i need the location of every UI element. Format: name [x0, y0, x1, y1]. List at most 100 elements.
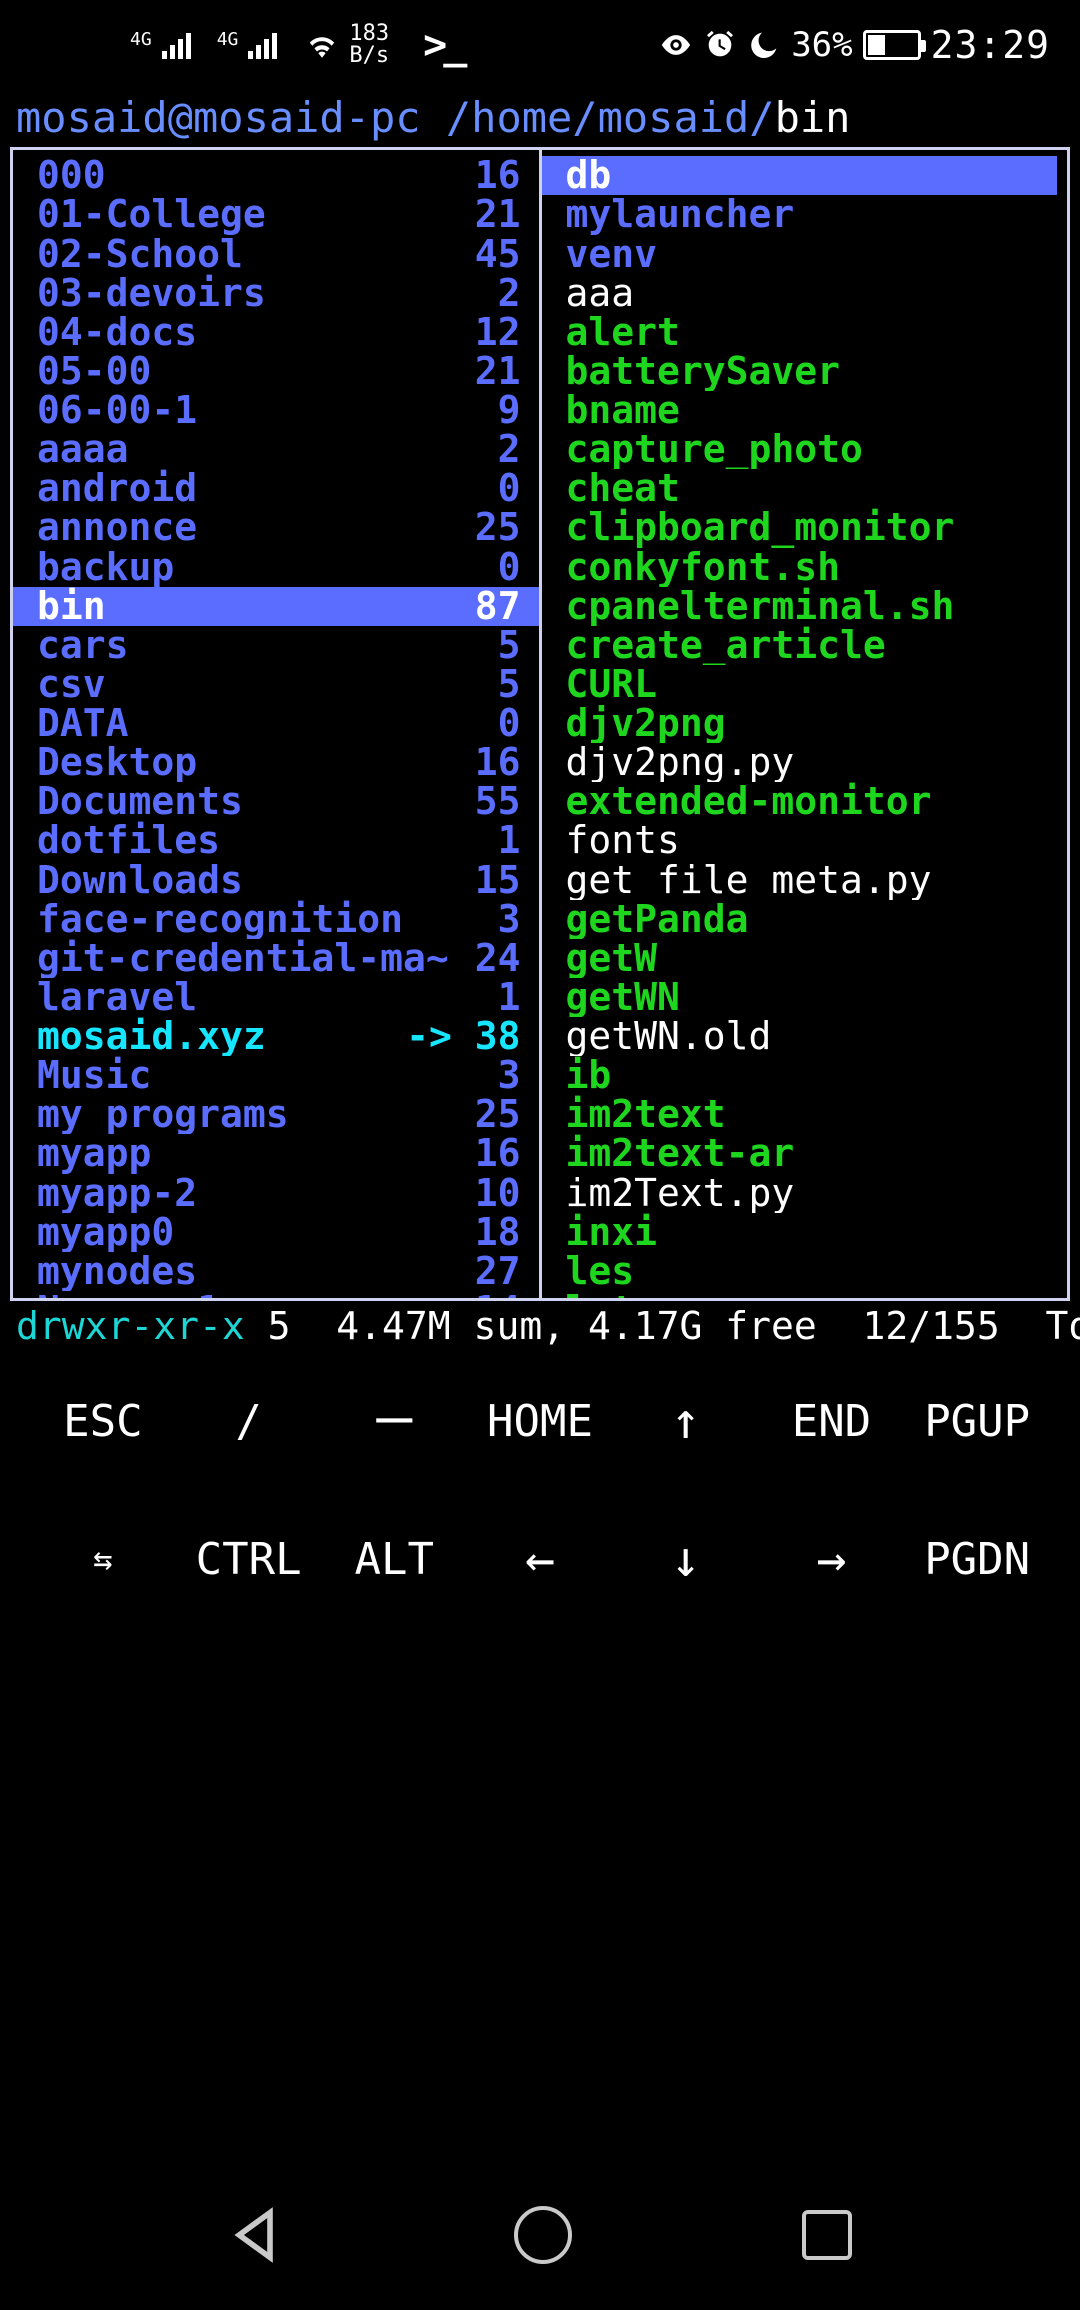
list-item[interactable]: create_article	[542, 626, 1068, 665]
list-item[interactable]: CURL	[542, 665, 1068, 704]
list-item[interactable]: aaa	[542, 274, 1068, 313]
key-⇆[interactable]: ⇆	[30, 1540, 176, 1578]
list-item[interactable]: cars5	[13, 626, 539, 665]
left-pane[interactable]: 0001601-College2102-School4503-devoirs20…	[13, 150, 539, 1298]
list-item[interactable]: csv5	[13, 665, 539, 704]
battery-percent: 36%	[791, 25, 852, 65]
key-alt[interactable]: ALT	[321, 1534, 467, 1585]
list-item[interactable]: getW	[542, 939, 1068, 978]
list-item[interactable]: im2Text.py	[542, 1174, 1068, 1213]
list-item[interactable]: get_file_meta.py	[542, 861, 1068, 900]
key-pgup[interactable]: PGUP	[904, 1396, 1050, 1447]
list-item[interactable]: clipboard_monitor	[542, 508, 1068, 547]
network1-type: 4G	[130, 29, 152, 50]
list-item[interactable]: 06-00-19	[13, 391, 539, 430]
key-esc[interactable]: ESC	[30, 1396, 176, 1447]
item-name: getPanda	[566, 900, 1056, 939]
key-/[interactable]: /	[176, 1396, 322, 1447]
list-item[interactable]: mylauncher	[542, 195, 1068, 234]
list-item[interactable]: getPanda	[542, 900, 1068, 939]
item-count: 14	[451, 1291, 521, 1298]
list-item[interactable]: les	[542, 1252, 1068, 1291]
list-item[interactable]: capture_photo	[542, 430, 1068, 469]
list-item[interactable]: im2text	[542, 1095, 1068, 1134]
list-item[interactable]: face-recognition3	[13, 900, 539, 939]
list-item[interactable]: 04-docs12	[13, 313, 539, 352]
list-item[interactable]: 00016	[13, 156, 539, 195]
list-item[interactable]: djv2png.py	[542, 743, 1068, 782]
list-item[interactable]: DATA0	[13, 704, 539, 743]
list-item[interactable]: 02-School45	[13, 235, 539, 274]
key-—[interactable]: —	[321, 1382, 467, 1452]
list-item[interactable]: ib	[542, 1056, 1068, 1095]
list-item[interactable]: Music3	[13, 1056, 539, 1095]
list-item[interactable]: getWN	[542, 978, 1068, 1017]
list-item[interactable]: venv	[542, 235, 1068, 274]
item-name: mylauncher	[566, 195, 1056, 234]
item-name: alert	[566, 313, 1056, 352]
list-item[interactable]: extended-monitor	[542, 782, 1068, 821]
right-pane[interactable]: dbmylaunchervenvaaaalertbatterySaverbnam…	[539, 150, 1068, 1298]
item-name: android	[37, 469, 451, 508]
list-item[interactable]: bname	[542, 391, 1068, 430]
nav-back-icon[interactable]	[228, 2207, 284, 2263]
terminal[interactable]: mosaid@mosaid-pc /home/mosaid/bin 000160…	[0, 90, 1080, 1346]
nav-home-icon[interactable]	[514, 2206, 572, 2264]
item-count: 24	[451, 939, 521, 978]
list-item[interactable]: lxterm-manager	[542, 1291, 1068, 1298]
list-item[interactable]: Nouveau114	[13, 1291, 539, 1298]
list-item[interactable]: conkyfont.sh	[542, 548, 1068, 587]
list-item[interactable]: myapp16	[13, 1134, 539, 1173]
list-item[interactable]: cpanelterminal.sh	[542, 587, 1068, 626]
list-item[interactable]: myapp018	[13, 1213, 539, 1252]
list-item[interactable]: android0	[13, 469, 539, 508]
item-name: im2text-ar	[566, 1134, 1056, 1173]
item-name: getWN.old	[566, 1017, 1056, 1056]
key-↓[interactable]: ↓	[613, 1530, 759, 1588]
list-item[interactable]: my programs25	[13, 1095, 539, 1134]
item-name: bin	[37, 587, 451, 626]
key-home[interactable]: HOME	[467, 1396, 613, 1447]
list-item[interactable]: laravel1	[13, 978, 539, 1017]
item-name: my programs	[37, 1095, 451, 1134]
key-end[interactable]: END	[759, 1396, 905, 1447]
list-item[interactable]: Documents55	[13, 782, 539, 821]
list-item[interactable]: fonts	[542, 821, 1068, 860]
list-item[interactable]: inxi	[542, 1213, 1068, 1252]
list-item[interactable]: backup0	[13, 548, 539, 587]
list-item[interactable]: db	[542, 156, 1058, 195]
list-item[interactable]: git-credential-ma~24	[13, 939, 539, 978]
list-item[interactable]: Downloads15	[13, 861, 539, 900]
list-item[interactable]: aaaa2	[13, 430, 539, 469]
list-item[interactable]: Desktop16	[13, 743, 539, 782]
key-→[interactable]: →	[759, 1530, 905, 1588]
list-item[interactable]: cheat	[542, 469, 1068, 508]
item-name: Nouveau1	[37, 1291, 451, 1298]
item-count: 55	[451, 782, 521, 821]
list-item[interactable]: bin87	[13, 587, 539, 626]
item-name: csv	[37, 665, 451, 704]
nav-recents-icon[interactable]	[802, 2210, 852, 2260]
key-pgdn[interactable]: PGDN	[904, 1534, 1050, 1585]
battery-icon	[863, 30, 921, 60]
list-item[interactable]: mosaid.xyz-> 38	[13, 1017, 539, 1056]
key-ctrl[interactable]: CTRL	[176, 1534, 322, 1585]
list-item[interactable]: myapp-210	[13, 1174, 539, 1213]
item-name: extended-monitor	[566, 782, 1056, 821]
list-item[interactable]: 01-College21	[13, 195, 539, 234]
list-item[interactable]: getWN.old	[542, 1017, 1068, 1056]
list-item[interactable]: dotfiles1	[13, 821, 539, 860]
list-item[interactable]: annonce25	[13, 508, 539, 547]
list-item[interactable]: im2text-ar	[542, 1134, 1068, 1173]
list-item[interactable]: djv2png	[542, 704, 1068, 743]
list-item[interactable]: 05-0021	[13, 352, 539, 391]
list-item[interactable]: alert	[542, 313, 1068, 352]
list-item[interactable]: 03-devoirs2	[13, 274, 539, 313]
list-item[interactable]: mynodes27	[13, 1252, 539, 1291]
list-item[interactable]: batterySaver	[542, 352, 1068, 391]
key-↑[interactable]: ↑	[613, 1392, 759, 1450]
item-count: 12	[451, 313, 521, 352]
signal1-icon	[162, 31, 191, 59]
key-←[interactable]: ←	[467, 1530, 613, 1588]
item-name: 04-docs	[37, 313, 451, 352]
